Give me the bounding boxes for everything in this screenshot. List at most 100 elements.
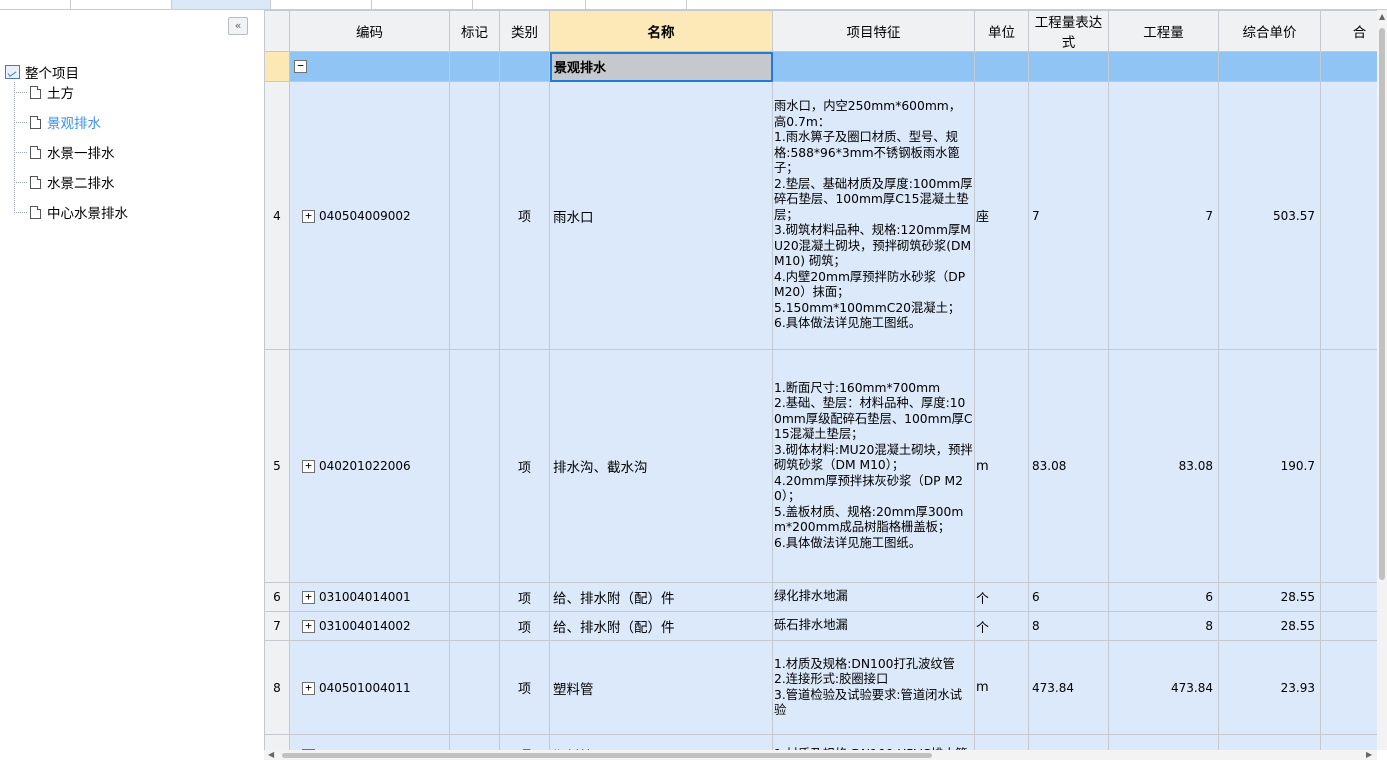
extra-cell[interactable] xyxy=(1320,81,1377,350)
name-cell[interactable]: 给、排水附（配）件 xyxy=(549,582,773,612)
scroll-left-icon[interactable]: ◀ xyxy=(268,750,274,759)
name-cell[interactable]: 排水沟、截水沟 xyxy=(549,349,773,583)
table-row[interactable]: 9+040501004012 项塑料管1.材质及规格:DN100 UPVC排水管m… xyxy=(264,734,1377,750)
unit-price-cell[interactable]: 23.93 xyxy=(1218,640,1321,735)
unit-price-cell[interactable]: 503.57 xyxy=(1218,81,1321,350)
expression-cell[interactable]: 6 xyxy=(1028,582,1109,612)
tree-item-water-feature-1[interactable]: 水景一排水 xyxy=(14,142,115,162)
category-cell[interactable]: 项 xyxy=(499,734,550,750)
tab-7[interactable] xyxy=(586,0,687,9)
scroll-up-icon[interactable]: ▲ xyxy=(1379,12,1385,21)
tree-item-central-water-feature[interactable]: 中心水景排水 xyxy=(14,202,128,222)
header-unit-price[interactable]: 综合单价 xyxy=(1218,10,1321,52)
collapse-panel-button[interactable]: « xyxy=(228,17,248,35)
header-rownum[interactable] xyxy=(264,10,290,52)
expression-cell[interactable]: 7 xyxy=(1028,81,1109,350)
unit-price-cell[interactable]: 21.15 xyxy=(1218,734,1321,750)
features-cell[interactable]: 1.断面尺寸:160mm*700mm 2.基础、垫层：材料品种、厚度:100mm厚… xyxy=(772,349,975,583)
expand-row-icon[interactable]: + xyxy=(302,681,315,695)
tab-3[interactable] xyxy=(172,0,271,9)
group-row[interactable]: − 景观排水 xyxy=(264,51,1377,82)
name-cell[interactable]: 塑料管 xyxy=(549,734,773,750)
expression-cell[interactable]: 200.49 xyxy=(1028,734,1109,750)
unit-cell[interactable]: m xyxy=(974,640,1029,735)
quantity-cell[interactable]: 8 xyxy=(1108,611,1219,641)
collapse-group-icon[interactable]: − xyxy=(294,60,307,73)
features-cell[interactable]: 雨水口，内空250mm*600mm，高0.7m： 1.雨水箅子及圈口材质、型号、规… xyxy=(772,81,975,350)
mark-cell[interactable] xyxy=(449,349,500,583)
code-cell[interactable]: +040501004012 xyxy=(289,734,450,750)
category-cell[interactable]: 项 xyxy=(499,611,550,641)
header-features[interactable]: 项目特征 xyxy=(772,10,975,52)
unit-cell[interactable]: m xyxy=(974,734,1029,750)
mark-cell[interactable] xyxy=(449,734,500,750)
header-expression[interactable]: 工程量表达式 xyxy=(1028,10,1109,52)
unit-cell[interactable]: 个 xyxy=(974,582,1029,612)
table-row[interactable]: 7 +031004014002 项给、排水附（配）件 砾石排水地漏个 8 8 28.55 xyxy=(264,611,1377,641)
tree-item-water-feature-2[interactable]: 水景二排水 xyxy=(14,172,115,192)
header-quantity[interactable]: 工程量 xyxy=(1108,10,1219,52)
tree-item-landscape-drainage[interactable]: 景观排水 xyxy=(14,112,101,132)
quantity-cell[interactable]: 200.49 xyxy=(1108,734,1219,750)
mark-cell[interactable] xyxy=(449,81,500,350)
code-cell[interactable]: +040201022006 xyxy=(289,349,450,583)
expand-row-icon[interactable]: + xyxy=(302,209,315,223)
header-category[interactable]: 类别 xyxy=(499,10,550,52)
tab-5[interactable] xyxy=(372,0,473,9)
category-cell[interactable]: 项 xyxy=(499,640,550,735)
category-cell[interactable]: 项 xyxy=(499,81,550,350)
quantity-cell[interactable]: 83.08 xyxy=(1108,349,1219,583)
header-extra[interactable]: 合 xyxy=(1320,10,1377,52)
expand-row-icon[interactable]: + xyxy=(302,591,315,604)
mark-cell[interactable] xyxy=(449,582,500,612)
unit-cell[interactable]: 个 xyxy=(974,611,1029,641)
expression-cell[interactable]: 8 xyxy=(1028,611,1109,641)
header-name[interactable]: 名称 xyxy=(549,10,773,52)
vertical-scroll-thumb[interactable] xyxy=(1379,28,1385,580)
code-cell[interactable]: +040504009002 xyxy=(289,81,450,350)
code-cell[interactable]: +040501004011 xyxy=(289,640,450,735)
header-code[interactable]: 编码 xyxy=(289,10,450,52)
vertical-scrollbar[interactable]: ▲ xyxy=(1377,10,1387,750)
unit-price-cell[interactable]: 28.55 xyxy=(1218,611,1321,641)
tab-1[interactable] xyxy=(0,0,71,9)
tree-item-earthwork[interactable]: 土方 xyxy=(14,82,74,102)
extra-cell[interactable] xyxy=(1320,349,1377,583)
header-mark[interactable]: 标记 xyxy=(449,10,500,52)
table-row[interactable]: 5 +040201022006 项排水沟、截水沟 1.断面尺寸:160mm*700mm… xyxy=(264,349,1377,583)
features-cell[interactable]: 砾石排水地漏 xyxy=(772,611,975,641)
quantity-cell[interactable]: 473.84 xyxy=(1108,640,1219,735)
features-cell[interactable]: 1.材质及规格:DN100 UPVC排水管 xyxy=(772,734,975,750)
group-name-cell[interactable]: 景观排水 xyxy=(549,51,773,82)
unit-price-cell[interactable]: 28.55 xyxy=(1218,582,1321,612)
category-cell[interactable]: 项 xyxy=(499,349,550,583)
extra-cell[interactable] xyxy=(1320,640,1377,735)
features-cell[interactable]: 绿化排水地漏 xyxy=(772,582,975,612)
unit-price-cell[interactable]: 190.7 xyxy=(1218,349,1321,583)
expression-cell[interactable]: 473.84 xyxy=(1028,640,1109,735)
quantity-cell[interactable]: 6 xyxy=(1108,582,1219,612)
name-cell[interactable]: 给、排水附（配）件 xyxy=(549,611,773,641)
extra-cell[interactable] xyxy=(1320,734,1377,750)
code-cell[interactable]: +031004014002 xyxy=(289,611,450,641)
tree-root-item[interactable]: 整个项目 xyxy=(5,62,79,82)
expression-cell[interactable]: 83.08 xyxy=(1028,349,1109,583)
expand-row-icon[interactable]: + xyxy=(302,460,315,473)
horizontal-scrollbar[interactable]: ◀ ▶ xyxy=(264,750,1377,760)
header-unit[interactable]: 单位 xyxy=(974,10,1029,52)
tab-2[interactable] xyxy=(71,0,172,9)
unit-cell[interactable]: 座 xyxy=(974,81,1029,350)
extra-cell[interactable] xyxy=(1320,582,1377,612)
mark-cell[interactable] xyxy=(449,640,500,735)
tab-6[interactable] xyxy=(473,0,586,9)
category-cell[interactable]: 项 xyxy=(499,582,550,612)
name-cell[interactable]: 雨水口 xyxy=(549,81,773,350)
code-cell[interactable]: +031004014001 xyxy=(289,582,450,612)
expand-row-icon[interactable]: + xyxy=(302,620,315,633)
scroll-right-icon[interactable]: ▶ xyxy=(1366,750,1372,759)
features-cell[interactable]: 1.材质及规格:DN100打孔波纹管 2.连接形式:胶圈接口 3.管道检验及试验要求… xyxy=(772,640,975,735)
extra-cell[interactable] xyxy=(1320,611,1377,641)
table-row[interactable]: 8 +040501004011 项塑料管 1.材质及规格:DN100打孔波纹管 2.连接… xyxy=(264,640,1377,735)
table-row[interactable]: 6 +031004014001 项给、排水附（配）件 绿化排水地漏个 6 6 28.55 xyxy=(264,582,1377,612)
horizontal-scroll-thumb[interactable] xyxy=(282,753,932,758)
